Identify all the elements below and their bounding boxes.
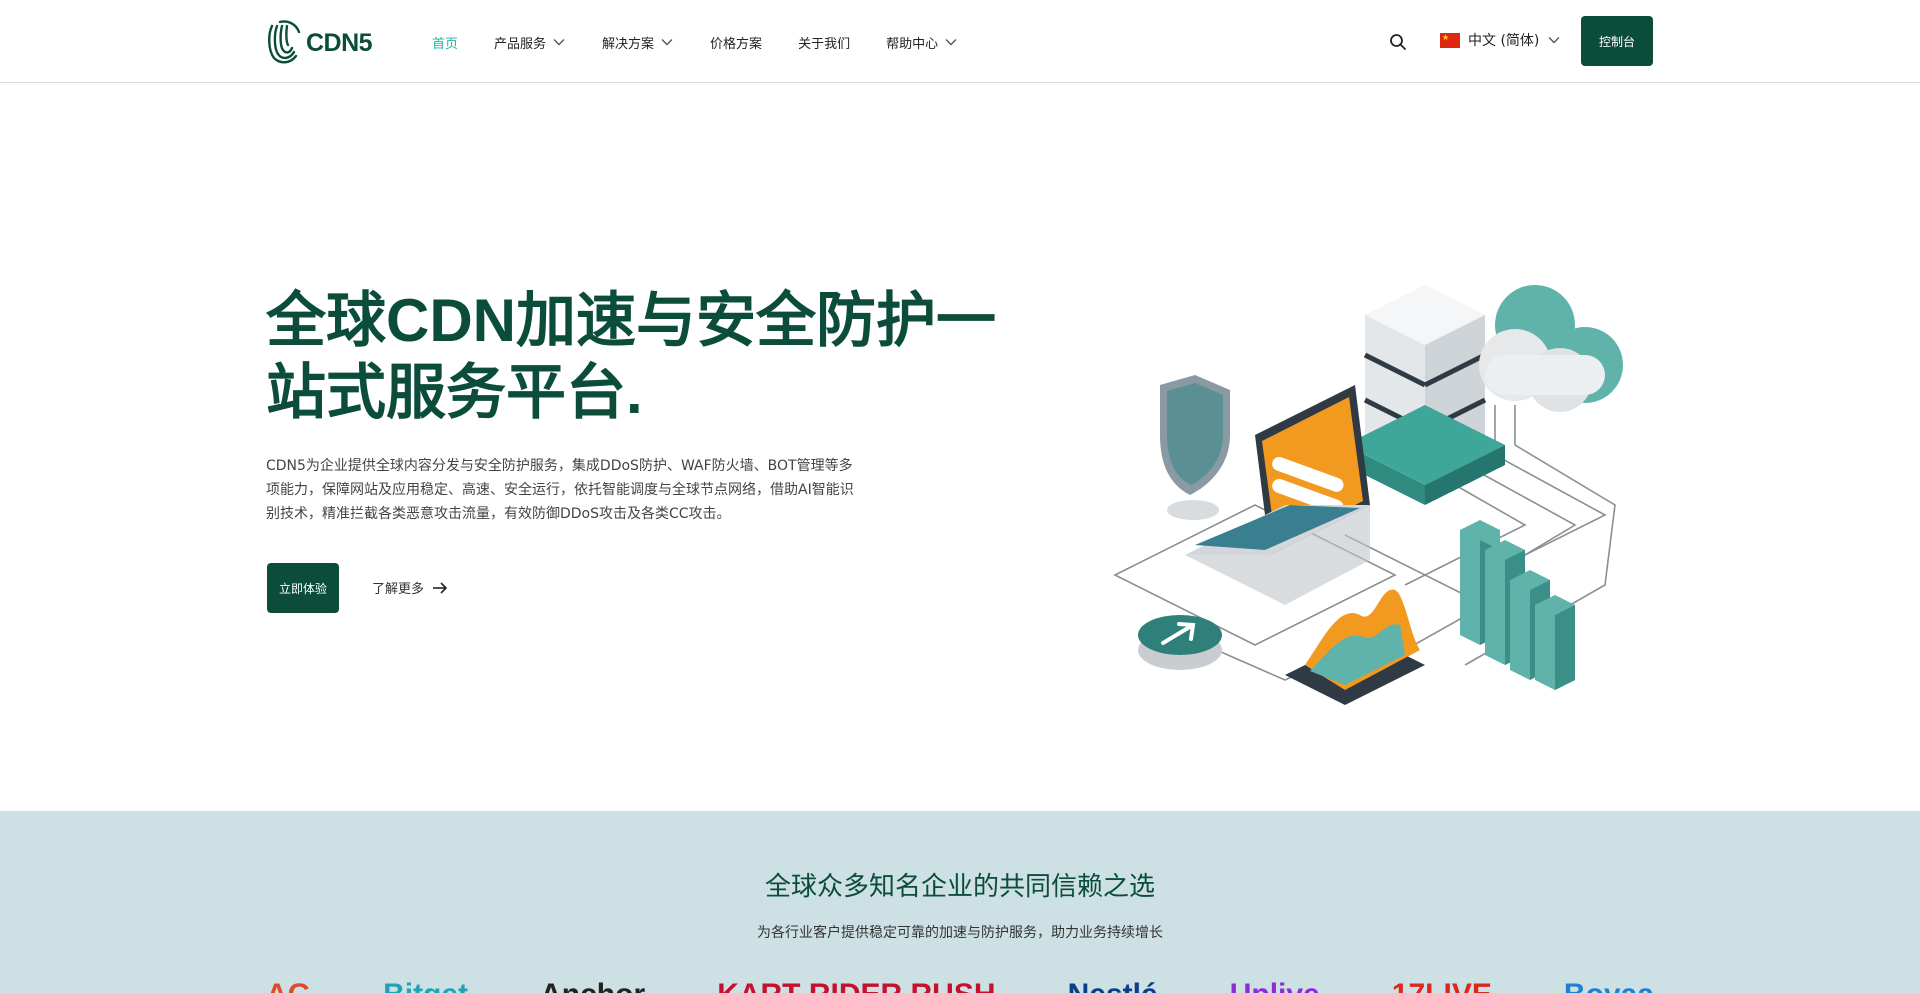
nav-item-label: 价格方案 xyxy=(710,36,763,52)
partner-logo: Nestlé xyxy=(1068,975,1158,993)
partner-logo: Boyaa xyxy=(1564,975,1654,993)
china-flag-icon xyxy=(1440,32,1460,48)
chevron-down-icon xyxy=(1548,37,1560,44)
site-header: CDN5 首页 产品服务 解决方案 价格方案 关于我们 帮助中心 中文 (简体) 控制台 xyxy=(0,0,1920,83)
hero-illustration xyxy=(1113,285,1623,705)
phone-chart xyxy=(1285,589,1425,705)
partners-title: 全球众多知名企业的共同信赖之选 xyxy=(764,872,1155,902)
hero-description: CDN5为企业提供全球内容分发与安全防护服务，集成DDoS防护、WAF防火墙、B… xyxy=(266,458,854,522)
shield xyxy=(1160,375,1230,520)
search-icon[interactable] xyxy=(1388,32,1408,52)
partner-logo: Uplive xyxy=(1230,975,1320,993)
logo-mark-icon xyxy=(268,20,301,64)
nav-item-label: 帮助中心 xyxy=(886,36,939,52)
partner-logo: Anchor xyxy=(540,975,645,993)
nav-item-label: 首页 xyxy=(432,36,459,52)
chevron-down-icon xyxy=(553,39,565,46)
arrow-right-icon xyxy=(433,581,448,594)
logo-text: CDN5 xyxy=(306,28,373,57)
nav-item-label: 产品服务 xyxy=(494,36,547,52)
nav-item-0[interactable]: 首页 xyxy=(432,30,458,54)
chevron-down-icon xyxy=(945,39,957,46)
partner-logo: Bitget xyxy=(383,975,468,993)
cloud xyxy=(1479,285,1623,412)
partners-subtitle: 为各行业客户提供稳定可靠的加速与防护服务，助力业务持续增长 xyxy=(757,925,1163,941)
bar-columns xyxy=(1460,520,1575,690)
nav-item-2[interactable]: 解决方案 xyxy=(602,30,674,54)
hero-title: 全球CDN加速与安全防护一站式服务平台. xyxy=(266,287,996,426)
partner-logo: AG xyxy=(266,975,311,993)
try-now-button[interactable]: 立即体验 xyxy=(267,563,339,613)
nav-item-5[interactable]: 帮助中心 xyxy=(886,30,958,54)
nav-item-label: 关于我们 xyxy=(798,36,851,52)
server-rack xyxy=(1345,285,1505,505)
language-label: 中文 (简体) xyxy=(1468,33,1540,49)
chevron-down-icon xyxy=(661,39,673,46)
nav-item-label: 解决方案 xyxy=(602,36,655,52)
nav-item-4[interactable]: 关于我们 xyxy=(798,30,850,54)
logo[interactable]: CDN5 xyxy=(266,20,373,66)
partner-logos: AG Bitget Anchor KART RIDER RUSH Nestlé Upliv… xyxy=(266,975,1654,993)
upload-puck xyxy=(1138,615,1222,670)
nav-item-1[interactable]: 产品服务 xyxy=(494,30,566,54)
learn-more-label: 了解更多 xyxy=(372,582,425,597)
learn-more-link[interactable]: 了解更多 xyxy=(372,578,448,597)
language-selector[interactable]: 中文 (简体) xyxy=(1440,30,1561,50)
nav-item-3[interactable]: 价格方案 xyxy=(710,30,762,54)
partner-logo: 17LIVE xyxy=(1392,975,1492,993)
main-nav: 首页 产品服务 解决方案 价格方案 关于我们 帮助中心 xyxy=(432,30,994,54)
console-button[interactable]: 控制台 xyxy=(1581,16,1653,66)
partner-logo: KART RIDER RUSH xyxy=(717,975,995,993)
